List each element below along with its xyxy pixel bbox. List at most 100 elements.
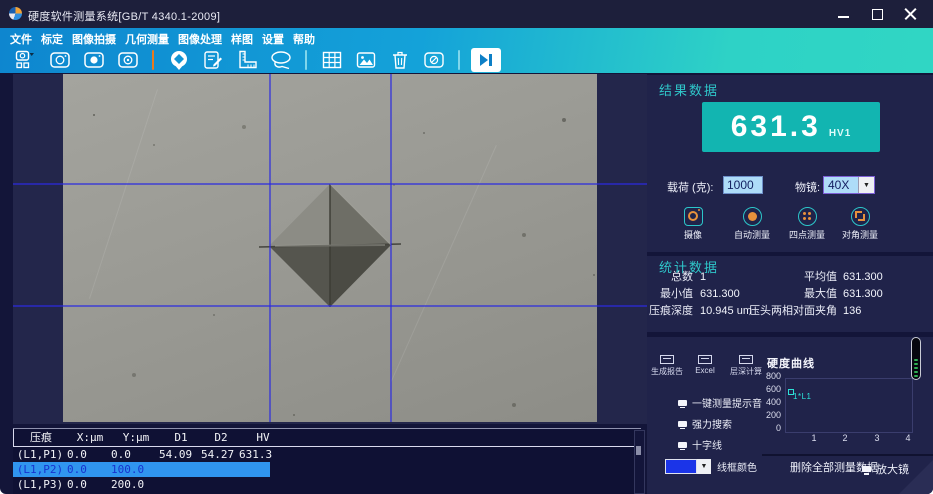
report-edit-button[interactable] [199,48,226,72]
chevron-down-icon[interactable]: ▼ [858,177,874,193]
stats-section: 统计数据 总数 1 平均值 631.300 最小值 631.300 最大值 63… [647,256,933,332]
table-row-selected[interactable]: (L1,P2) 0.0 100.0 [13,462,641,477]
generate-report-label: 生成报告 [651,367,683,376]
cell-x: 0.0 [67,478,87,491]
run-measure-icon [480,54,492,66]
table-row[interactable]: (L1,P3) 0.0 200.0 [13,477,641,492]
camera-lens-filled-icon [83,52,104,68]
camera-lens-filled-button[interactable] [80,48,107,72]
stat-angle-value: 136 [843,305,862,317]
x-tick-2: 2 [842,433,848,443]
table-row[interactable]: (L1,P1) 0.0 0.0 54.09 54.27 631.3 [13,447,641,462]
color-swatch [665,459,697,474]
cell-y: 200.0 [111,478,145,491]
col-header-indent: 压痕 [30,431,52,444]
camera-lens-button[interactable] [46,48,73,72]
lasso-button[interactable] [267,48,294,72]
run-measure-button[interactable] [471,48,501,72]
menu-sample[interactable]: 样图 [231,31,253,47]
four-point-measure-button[interactable]: 四点测量 [779,205,835,241]
menu-calibration[interactable]: 标定 [41,31,63,47]
ruler-button[interactable] [233,48,260,72]
col-header-y: Y:μm [122,431,150,444]
scrollbar-thumb[interactable] [636,446,641,455]
objective-value: 40X [828,178,850,192]
load-label: 载荷 (克): [667,182,714,194]
level-indicator-slider[interactable] [911,337,921,380]
diamond-marker-icon [170,51,187,70]
toolbar-separator [305,50,307,70]
close-button[interactable] [899,5,921,23]
wire-color-select[interactable]: ▼ 线框颜色 [665,459,757,474]
cell-d1 [159,477,201,492]
wire-color-label: 线框颜色 [717,463,757,474]
cell-hv [239,462,285,477]
capture-button[interactable]: 摄像 [665,205,721,241]
cell-d2 [201,462,239,477]
cell-indent: (L1,P2) [16,463,64,476]
minimize-button[interactable] [832,5,854,23]
menu-file[interactable]: 文件 [10,31,32,47]
strong-search-toggle[interactable]: 强力搜索 [678,416,732,431]
window-title: 硬度软件测量系统[GB/T 4340.1-2009] [28,11,221,23]
camera-lens-icon [49,52,70,68]
load-input[interactable] [723,176,763,194]
auto-measure-label: 自动测量 [733,230,770,240]
crosshair-toggle[interactable]: 十字线 [678,437,722,452]
beep-toggle-label: 一键测量提示音 [692,399,762,410]
table-header-row: 压痕 X:μm Y:μm D1 D2 HV [13,429,641,447]
menu-settings[interactable]: 设置 [262,31,284,47]
indent-facet-bottomleft [269,245,330,307]
beep-toggle[interactable]: 一键测量提示音 [678,395,762,410]
capture-icon [683,206,703,226]
menu-help[interactable]: 帮助 [293,31,315,47]
batch-capture-button[interactable] [12,48,39,72]
stat-depth-value: 10.945 um [700,305,752,317]
chart-title: 硬度曲线 [767,358,815,370]
diamond-marker-button[interactable] [165,48,192,72]
stat-max-label: 最大值 [804,288,837,300]
section-divider [762,454,933,456]
title-bar: 硬度软件测量系统[GB/T 4340.1-2009] [0,0,933,28]
menu-image-capture[interactable]: 图像拍摄 [72,31,116,47]
col-header-hv: HV [256,431,270,444]
indent-facet-topleft [269,184,330,246]
checkbox-icon [678,441,687,450]
four-point-label: 四点测量 [788,230,825,240]
cell-x: 0.0 [67,463,87,476]
table-scrollbar[interactable] [634,430,645,494]
app-window: 硬度软件测量系统[GB/T 4340.1-2009] 文件 标定 图像拍摄 几何… [0,0,933,494]
lasso-icon [270,51,291,70]
cell-d2 [201,477,239,492]
record-off-button[interactable] [420,48,447,72]
crosshair-label: 十字线 [692,441,722,452]
cell-d2: 54.27 [201,448,235,461]
diagonal-measure-label: 对角测量 [841,230,878,240]
data-table-button[interactable] [318,48,345,72]
objective-select[interactable]: 40X ▼ [823,176,875,194]
image-button[interactable] [352,48,379,72]
trash-button[interactable] [386,48,413,72]
auto-measure-button[interactable]: 自动测量 [724,205,780,241]
y-tick-200: 200 [765,410,781,420]
col-header-x: X:μm [76,431,104,444]
y-tick-800: 800 [765,371,781,381]
excel-export-button[interactable]: Excel [687,355,723,375]
camera-lens-dot-button[interactable] [114,48,141,72]
report-icon [660,355,674,364]
x-tick-4: 4 [905,433,911,443]
trash-icon [392,51,407,69]
chevron-down-icon[interactable]: ▼ [697,459,711,474]
menu-image-processing[interactable]: 图像处理 [178,31,222,47]
generate-report-button[interactable]: 生成报告 [647,355,687,377]
diagonal-measure-button[interactable]: 对角测量 [832,205,888,241]
hardness-value: 631.3 [730,110,821,143]
menu-bar: 文件 标定 图像拍摄 几何测量 图像处理 样图 设置 帮助 [10,30,315,47]
restore-button[interactable] [866,5,888,23]
stat-mean-value: 631.300 [843,271,883,283]
record-off-icon [423,52,444,68]
excel-icon [698,355,712,364]
menu-geometry-measure[interactable]: 几何测量 [125,31,169,47]
top-band: 文件 标定 图像拍摄 几何测量 图像处理 样图 设置 帮助 [0,28,933,73]
image-viewport[interactable] [13,74,647,424]
